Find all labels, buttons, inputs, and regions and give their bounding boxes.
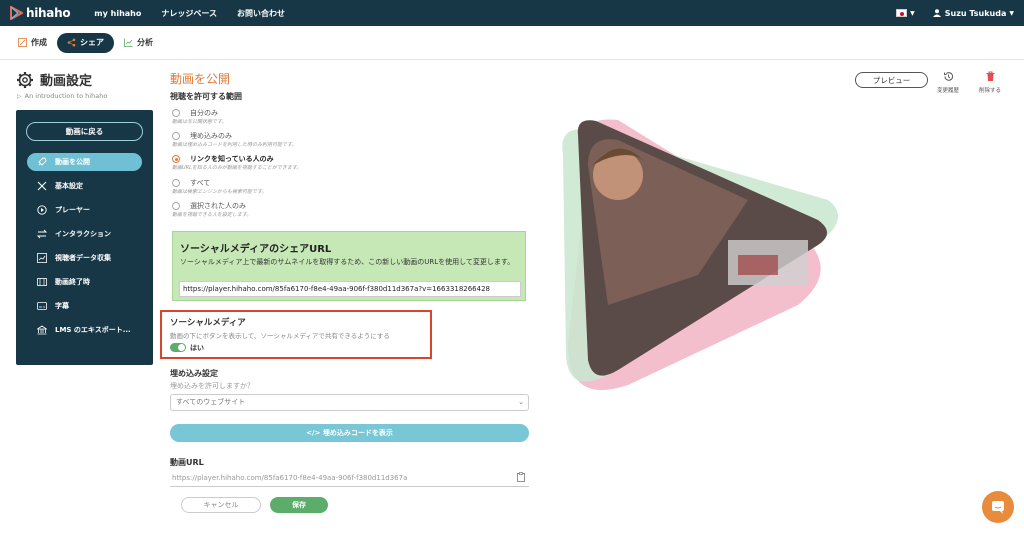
tab-share[interactable]: シェア <box>57 32 114 53</box>
edit-icon <box>18 38 27 47</box>
radio-embed-only[interactable] <box>172 132 180 140</box>
building-icon <box>37 325 47 335</box>
nav-link-knowledge-base[interactable]: ナレッジベース <box>161 8 217 19</box>
radio-only-me[interactable] <box>172 109 180 117</box>
sidebar-item-subtitles[interactable]: 字幕 <box>27 294 142 318</box>
share-url-field[interactable]: https://player.hihaho.com/85fa6170-f8e4-… <box>179 281 521 297</box>
settings-sidebar: 動画に戻る 動画を公開 基本設定 プレーヤー インタラクション 視聴者データ収集… <box>16 110 153 365</box>
radio-link-only[interactable] <box>172 155 180 163</box>
option-desc: 動画URLを知る人のみが動画を視聴することができます。 <box>172 165 302 171</box>
user-name: Suzu Tsukuda <box>944 8 1007 18</box>
sidebar-item-viewer-data[interactable]: 視聴者データ収集 <box>27 246 142 270</box>
top-navbar: hihaho my hihaho ナレッジベース お問い合わせ ▼ Suzu T… <box>0 0 1024 26</box>
hihaho-logo[interactable]: hihaho <box>9 6 71 20</box>
preview-button[interactable]: プレビュー <box>855 72 928 88</box>
chevron-down-icon: ▼ <box>910 9 915 17</box>
page-heading: 動画設定 <box>16 70 92 89</box>
section-title: 動画を公開 <box>170 72 231 86</box>
chat-icon <box>992 501 1004 514</box>
tab-analytics[interactable]: 分析 <box>114 33 163 53</box>
clipboard-icon[interactable] <box>517 472 525 482</box>
radio-everyone[interactable] <box>172 179 180 187</box>
option-label: リンクを知っている人のみ <box>190 155 274 163</box>
sidebar-item-video-end[interactable]: 動画終了時 <box>27 270 142 294</box>
option-desc: 動画を視聴できる人を設定します。 <box>172 212 252 218</box>
sub-tab-bar: 作成 シェア 分析 <box>0 26 1024 60</box>
chart-icon <box>37 253 47 263</box>
access-range-label: 視聴を許可する範囲 <box>170 92 242 101</box>
play-circle-icon <box>37 205 47 215</box>
embed-permission-select[interactable]: すべてのウェブサイト ⌄ <box>170 394 529 411</box>
social-media-toggle[interactable] <box>170 343 186 352</box>
social-share-url-box: ソーシャルメディアのシェアURL ソーシャルメディア上で最新のサムネイルを取得す… <box>172 231 526 301</box>
share-icon <box>67 38 76 47</box>
embed-question: 埋め込みを許可しますか？ <box>170 382 254 390</box>
nav-link-my-hihaho[interactable]: my hihaho <box>94 9 141 18</box>
show-embed-code-button[interactable]: </> 埋め込みコードを表示 <box>170 424 529 442</box>
film-icon <box>37 278 47 286</box>
sidebar-item-publish[interactable]: 動画を公開 <box>27 153 142 171</box>
user-menu[interactable]: Suzu Tsukuda ▼ <box>932 8 1014 18</box>
toggle-label: はい <box>190 344 204 352</box>
sidebar-item-lms-export[interactable]: LMS のエキスポート... <box>27 318 142 342</box>
video-url-field[interactable]: https://player.hihaho.com/85fa6170-f8e4-… <box>170 472 529 487</box>
logo-text: hihaho <box>26 6 71 20</box>
tools-icon <box>37 181 47 191</box>
page-title: 動画設定 <box>40 74 93 89</box>
breadcrumb[interactable]: ▷ An introduction to hihaho <box>17 92 107 100</box>
logo-icon <box>10 6 23 20</box>
gear-icon <box>17 71 33 88</box>
tab-create[interactable]: 作成 <box>8 33 57 53</box>
back-to-video-button[interactable]: 動画に戻る <box>26 122 143 141</box>
chevron-down-icon: ⌄ <box>518 398 524 406</box>
caption-icon <box>37 302 47 310</box>
user-icon <box>932 9 941 17</box>
social-media-title: ソーシャルメディア <box>170 318 246 328</box>
support-chat-button[interactable] <box>982 491 1014 523</box>
share-box-desc: ソーシャルメディア上で最新のサムネイルを取得するため、この新しい動画のURLを使… <box>180 258 515 266</box>
video-url-title: 動画URL <box>170 458 204 467</box>
rocket-icon <box>38 157 47 166</box>
option-label: すべて <box>190 179 211 187</box>
sidebar-item-basic-settings[interactable]: 基本設定 <box>27 174 142 198</box>
share-box-title: ソーシャルメディアのシェアURL <box>180 244 332 255</box>
cancel-button[interactable]: キャンセル <box>181 497 261 513</box>
promo-illustration <box>562 119 838 390</box>
swap-arrows-icon <box>37 229 47 239</box>
history-icon <box>943 72 953 81</box>
trash-icon <box>986 71 994 81</box>
social-media-desc: 動画の下にボタンを表示して、ソーシャルメディアで共有できるようにする <box>170 332 390 340</box>
save-button[interactable]: 保存 <box>270 497 328 513</box>
option-desc: 動画は非公開状態です。 <box>172 119 227 125</box>
option-desc: 動画は埋め込みコードを利用した時のみ利用可能です。 <box>172 142 297 148</box>
option-label: 自分のみ <box>190 109 218 117</box>
radio-selected-people[interactable] <box>172 202 180 210</box>
delete-button[interactable]: 削除する <box>979 71 1001 94</box>
chevron-down-icon: ▼ <box>1009 9 1014 17</box>
option-desc: 動画は検索エンジンからも検索可能です。 <box>172 189 267 195</box>
japan-flag-icon[interactable] <box>896 9 908 17</box>
option-label: 埋め込みのみ <box>190 132 232 140</box>
play-icon: ▷ <box>17 92 22 100</box>
sidebar-item-player[interactable]: プレーヤー <box>27 198 142 222</box>
embed-settings-title: 埋め込み設定 <box>170 369 218 378</box>
history-button[interactable]: 変更履歴 <box>937 71 959 94</box>
nav-link-contact[interactable]: お問い合わせ <box>237 8 285 19</box>
chart-icon <box>124 38 133 47</box>
option-label: 選択された人のみ <box>190 202 246 210</box>
sidebar-item-interaction[interactable]: インタラクション <box>27 222 142 246</box>
